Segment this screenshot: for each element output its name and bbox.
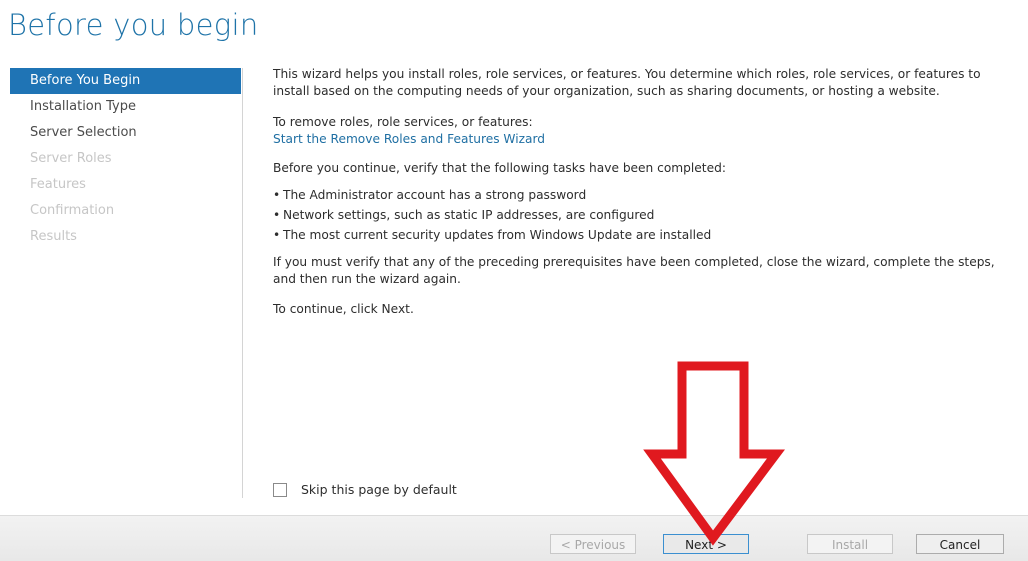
remove-label: To remove roles, role services, or featu… [273,115,533,129]
skip-page-label: Skip this page by default [301,482,457,497]
nav-divider [242,68,243,498]
content-panel: This wizard helps you install roles, rol… [273,66,1019,318]
task-item: The Administrator account has a strong p… [273,187,1019,204]
next-button[interactable]: Next > [663,534,749,554]
nav-item-confirmation: Confirmation [30,203,115,218]
wizard-nav: Before You Begin Installation Type Serve… [10,68,242,250]
task-item: The most current security updates from W… [273,227,1019,244]
page-title: Before you begin [8,8,259,42]
install-button[interactable]: Install [807,534,893,554]
nav-item-results: Results [30,229,77,244]
skip-page-checkbox[interactable] [273,482,287,497]
continue-note: To continue, click Next. [273,302,414,316]
nav-item-features: Features [30,177,86,192]
nav-item-server-selection[interactable]: Server Selection [10,120,242,146]
intro-text: This wizard helps you install roles, rol… [273,67,981,98]
cancel-button[interactable]: Cancel [916,534,1004,554]
task-item: Network settings, such as static IP addr… [273,207,1019,224]
verify-heading: Before you continue, verify that the fol… [273,161,726,175]
remove-roles-link[interactable]: Start the Remove Roles and Features Wiza… [273,132,545,146]
prereq-note: If you must verify that any of the prece… [273,255,995,286]
nav-item-installation-type[interactable]: Installation Type [10,94,242,120]
previous-button[interactable]: < Previous [550,534,636,554]
nav-item-server-roles: Server Roles [30,151,112,166]
skip-page-option[interactable]: Skip this page by default [273,482,457,497]
task-list: The Administrator account has a strong p… [273,187,1019,244]
nav-item-before-you-begin[interactable]: Before You Begin [10,68,241,94]
